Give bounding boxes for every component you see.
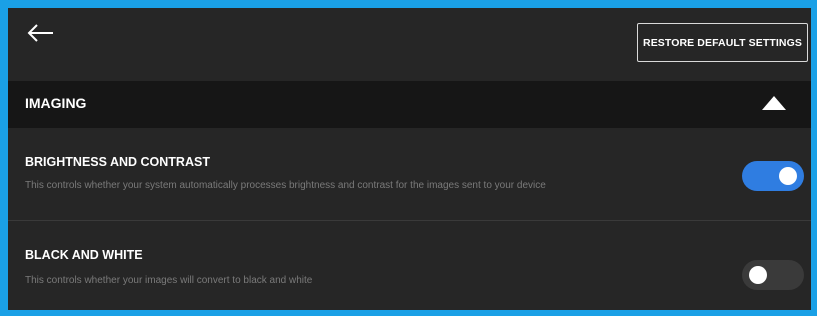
top-bar: RESTORE DEFAULT SETTINGS [8,8,811,81]
arrow-left-icon[interactable] [26,22,56,44]
triangle-up-icon[interactable] [762,96,786,110]
toggle-knob [749,266,767,284]
setting-row-brightness-contrast: BRIGHTNESS AND CONTRAST This controls wh… [8,128,811,220]
section-title: IMAGING [25,95,87,111]
setting-title: BLACK AND WHITE [25,248,143,262]
setting-description: This controls whether your system automa… [25,180,546,191]
toggle-knob [779,167,797,185]
setting-row-black-white: BLACK AND WHITE This controls whether yo… [8,221,811,310]
brightness-contrast-toggle[interactable] [742,161,804,191]
settings-window: RESTORE DEFAULT SETTINGS IMAGING BRIGHTN… [8,8,811,310]
black-white-toggle[interactable] [742,260,804,290]
restore-default-settings-button[interactable]: RESTORE DEFAULT SETTINGS [637,23,808,62]
setting-description: This controls whether your images will c… [25,275,313,286]
imaging-section-header[interactable]: IMAGING [8,81,811,128]
setting-title: BRIGHTNESS AND CONTRAST [25,155,210,169]
